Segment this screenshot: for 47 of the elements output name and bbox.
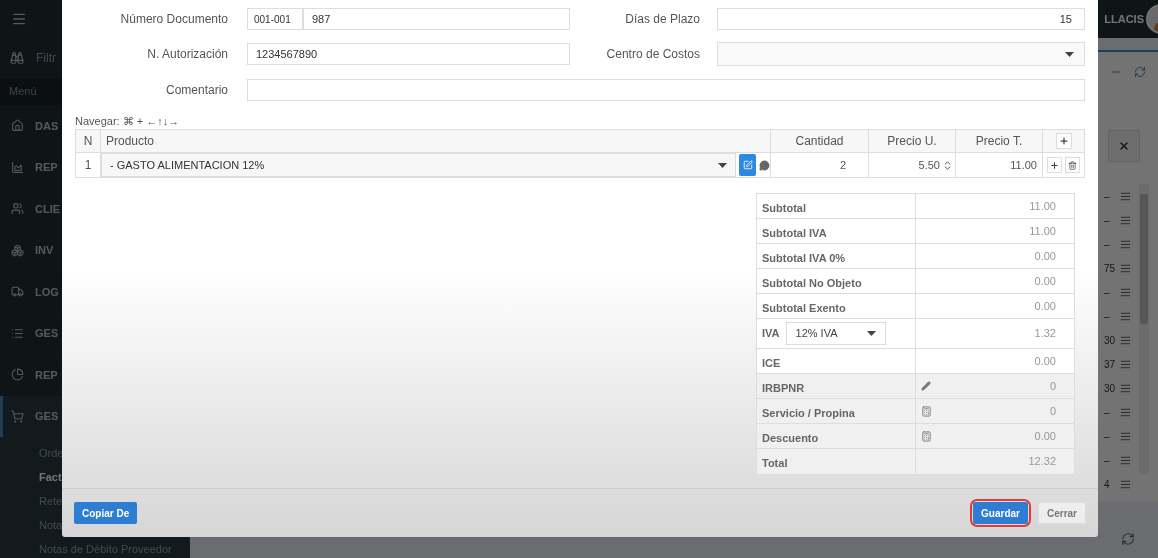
total-value: 0.00 [1034, 248, 1056, 264]
total-label: Servicio / Propina [762, 406, 855, 421]
field-label: N. Autorización [146, 46, 228, 63]
row-value: 30 [1104, 381, 1114, 396]
total-label: Descuento [762, 431, 819, 446]
total-label: Subtotal [762, 201, 806, 216]
total-label: Total [762, 456, 788, 471]
column-header: Precio T. [956, 130, 1043, 152]
field-label: Comentario [164, 82, 228, 99]
total-value: 0.00 [1034, 353, 1056, 369]
total-value: 0.00 [1034, 428, 1056, 444]
menu-heading: Menú [9, 84, 37, 100]
column-header: Cantidad [771, 130, 869, 152]
row-value: – [1104, 453, 1111, 468]
row-value: – [1104, 189, 1111, 204]
total-value: 0.00 [1034, 298, 1056, 314]
row-value: – [1104, 285, 1111, 300]
column-header: N [76, 130, 101, 152]
column-header: Producto [101, 130, 771, 152]
row-value: 75 [1104, 261, 1114, 276]
total-label: Subtotal Exento [762, 301, 846, 316]
field-label: Centro de Costos [605, 46, 700, 63]
total-label: IRBPNR [762, 381, 805, 396]
total-label: Subtotal IVA [762, 226, 827, 241]
total-value: 11.00 [1029, 223, 1056, 239]
row-value: – [1104, 213, 1111, 228]
total-value: 12.32 [1028, 454, 1056, 470]
row-value: 4 [1104, 477, 1111, 492]
row-value: – [1104, 309, 1111, 324]
navigation-hint: Navegar: ⌘ + ←↑↓→ [75, 114, 181, 128]
row-value: – [1104, 429, 1111, 444]
total-label: Subtotal No Objeto [762, 276, 862, 291]
field-label: Número Documento [119, 11, 228, 28]
total-value: 1.32 [1034, 326, 1056, 342]
total-value: 0 [1049, 403, 1056, 419]
total-value: 0 [1049, 378, 1056, 394]
field-label: Días de Plazo [624, 11, 700, 28]
row-value: – [1104, 405, 1111, 420]
total-label: Subtotal IVA 0% [762, 251, 846, 266]
total-value: 0.00 [1034, 273, 1056, 289]
total-label: IVA [762, 326, 780, 341]
row-value: 30 [1104, 333, 1114, 348]
total-label: ICE [762, 356, 781, 371]
row-value: 37 [1104, 357, 1114, 372]
row-value: – [1104, 237, 1111, 252]
total-value: 11.00 [1029, 198, 1056, 214]
column-header: Precio U. [869, 130, 956, 152]
